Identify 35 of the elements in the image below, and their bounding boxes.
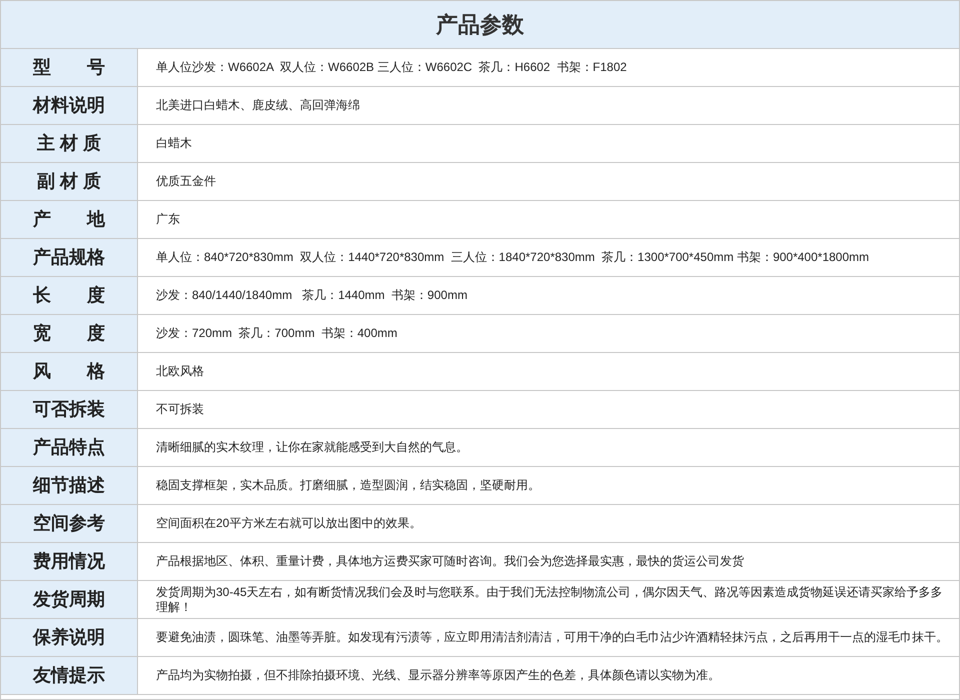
row-value: 优质五金件: [155, 173, 217, 190]
row-value: 空间面积在20平方米左右就可以放出图中的效果。: [155, 515, 422, 532]
row-label: 保养说明: [1, 619, 138, 656]
row-value: 清晰细腻的实木纹理，让你在家就能感受到大自然的气息。: [155, 439, 469, 456]
row-value: 产品根据地区、体积、重量计费，具体地方运费买家可随时咨询。我们会为您选择最实惠，最快的货运公司发货: [155, 553, 745, 570]
row-label: 友情提示: [1, 657, 138, 694]
row-value: 沙发：840/1440/1840mm 茶几：1440mm 书架：900mm: [155, 287, 468, 304]
row-label: 费用情况: [1, 543, 138, 580]
row-value: 单人位沙发：W6602A 双人位：W6602B 三人位：W6602C 茶几：H6602 书架：F1802: [155, 59, 628, 76]
row-label: 空间参考: [1, 505, 138, 542]
row-value: 稳固支撑框架，实木品质。打磨细腻，造型圆润，结实稳固，坚硬耐用。: [155, 477, 541, 494]
row-label: 发货周期: [1, 581, 138, 618]
row-label: 材料说明: [1, 87, 138, 124]
row-label: 产 地: [1, 201, 138, 238]
row-label: 产品规格: [1, 239, 138, 276]
row-value: 产品均为实物拍摄，但不排除拍摄环境、光线、显示器分辨率等原因产生的色差，具体颜色请以实物为准。: [155, 667, 721, 684]
row-value: 北欧风格: [155, 363, 205, 380]
row-label: 长 度: [1, 277, 138, 314]
row-label: 可否拆装: [1, 391, 138, 428]
table-title: 产品参数: [1, 1, 959, 49]
row-value: 发货周期为30-45天左右，如有断货情况我们会及时与您联系。由于我们无法控制物流公司，偶尔因天气、路况等因素造成货物延误还请买家给予多多理解！: [155, 584, 944, 616]
row-label: 型 号: [1, 49, 138, 86]
row-value: 白蜡木: [155, 135, 193, 152]
row-value: 北美进口白蜡木、鹿皮绒、高回弹海绵: [155, 97, 361, 114]
row-label: 副 材 质: [1, 163, 138, 200]
row-label: 主 材 质: [1, 125, 138, 162]
row-label: 宽 度: [1, 315, 138, 352]
row-value: 要避免油渍，圆珠笔、油墨等弄脏。如发现有污渍等，应立即用清洁剂清洁，可用干净的白毛巾沾少许酒精轻抹污点，之后再用干一点的湿毛巾抹干。: [155, 629, 949, 646]
row-value: 不可拆装: [155, 401, 205, 418]
row-value: 沙发：720mm 茶几：700mm 书架：400mm: [155, 325, 398, 342]
row-value: 单人位：840*720*830mm 双人位：1440*720*830mm 三人位：1840*720*830mm 茶几：1300*700*450mm 书架：900*400*1800mm: [155, 249, 870, 266]
row-value: 广东: [155, 211, 181, 228]
row-label: 细节描述: [1, 467, 138, 504]
row-label: 产品特点: [1, 429, 138, 466]
row-label: 风 格: [1, 353, 138, 390]
